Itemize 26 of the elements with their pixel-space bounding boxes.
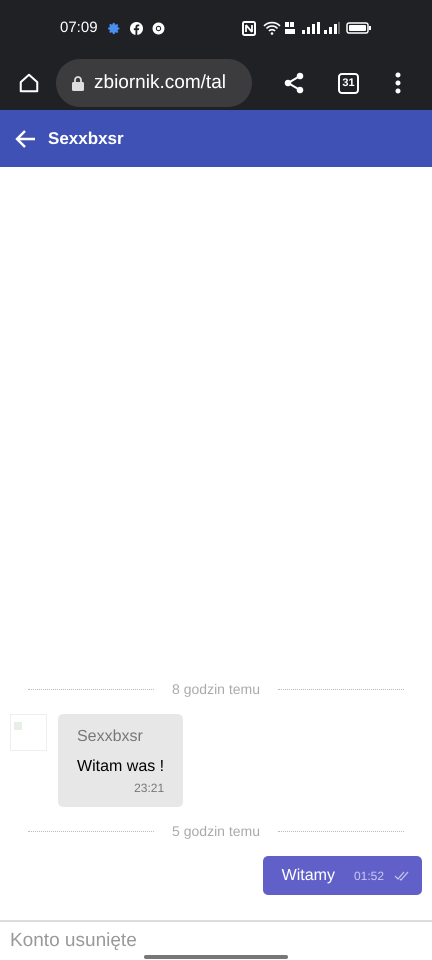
message-text: Witamy xyxy=(282,866,335,886)
home-icon[interactable] xyxy=(18,72,40,94)
circle-f-icon xyxy=(130,22,143,34)
more-icon[interactable] xyxy=(395,72,401,94)
battery-icon xyxy=(346,22,372,34)
signal-icon xyxy=(324,22,340,34)
chat-title: Sexxbxsr xyxy=(48,128,124,150)
nfc-icon xyxy=(242,20,256,36)
status-time: 07:09 xyxy=(60,18,98,38)
wifi-icon xyxy=(263,21,281,35)
date-separator: 5 godzin temu xyxy=(171,822,261,841)
signal-icon xyxy=(302,22,320,34)
tab-count[interactable]: 31 xyxy=(338,72,359,94)
message-author: Sexxbxsr xyxy=(77,727,144,747)
avatar-placeholder xyxy=(10,714,47,751)
message-time: 23:21 xyxy=(134,780,164,797)
circle-icon xyxy=(152,22,165,34)
message-time: 01:52 xyxy=(354,868,384,884)
message-text: Witam was ! xyxy=(77,757,164,777)
lock-icon xyxy=(72,75,84,91)
date-separator: 8 godzin temu xyxy=(171,680,261,699)
url-text: zbiornik.com/tal xyxy=(94,70,226,95)
back-arrow-icon[interactable] xyxy=(14,128,36,148)
gear-icon xyxy=(108,22,121,34)
address-bar[interactable]: zbiornik.com/tal xyxy=(56,59,252,107)
share-icon[interactable] xyxy=(284,72,304,94)
